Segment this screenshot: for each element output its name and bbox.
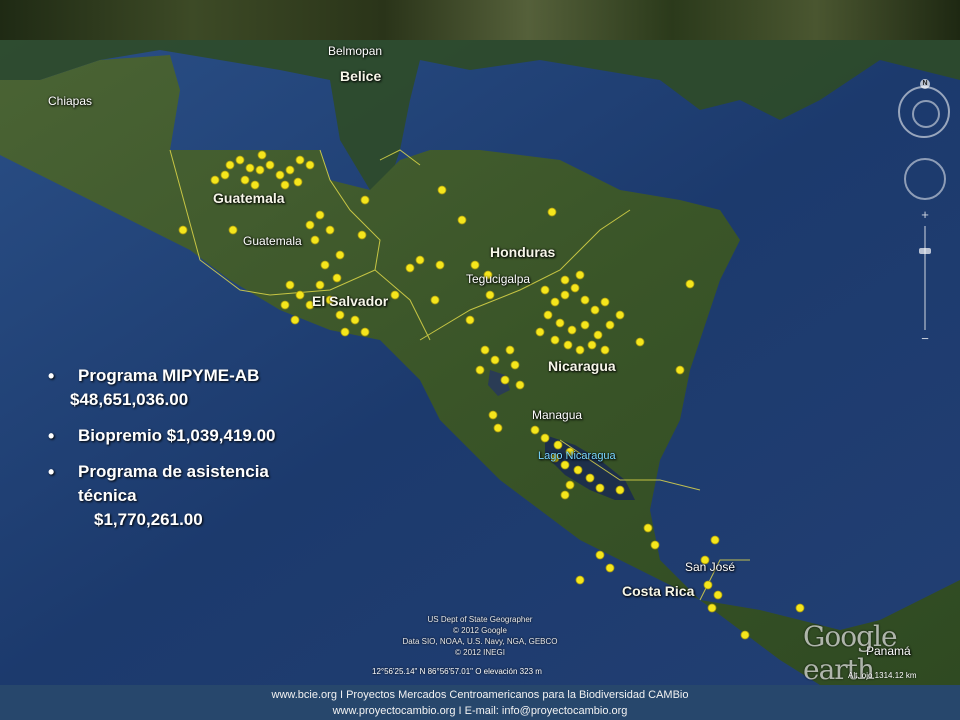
region-chiapas: Chiapas xyxy=(48,94,93,108)
country-belice: Belice xyxy=(340,68,382,84)
compass-inner-ring[interactable] xyxy=(912,100,940,128)
zoom-out-icon[interactable]: − xyxy=(918,332,932,346)
credit-line: US Dept of State Geographer xyxy=(427,615,533,624)
map-credits: US Dept of State Geographer © 2012 Googl… xyxy=(380,614,580,658)
footer-line-2: www.proyectocambio.org I E-mail: info@pr… xyxy=(332,705,628,717)
lake-nicaragua: Lago Nicaragua xyxy=(538,450,616,462)
eye-altitude: Alt. ojo 1314.12 km xyxy=(848,671,917,680)
look-control[interactable] xyxy=(904,158,946,200)
credit-line: Data SIO, NOAA, U.S. Navy, NGA, GEBCO xyxy=(402,637,558,646)
bullet-item: Programa de asistencia técnica $1,770,26… xyxy=(48,460,318,532)
bullet-title: Biopremio $1,039,419.00 xyxy=(78,426,276,445)
zoom-in-icon[interactable]: + xyxy=(918,208,932,222)
bullet-list: Programa MIPYME-AB $48,651,036.00 Biopre… xyxy=(48,364,318,544)
country-costa-rica: Costa Rica xyxy=(622,583,695,599)
country-honduras: Honduras xyxy=(490,244,556,260)
map-canvas xyxy=(0,40,960,685)
compass-control[interactable]: N xyxy=(898,79,950,138)
zoom-track[interactable] xyxy=(924,226,926,330)
credit-line: © 2012 INEGI xyxy=(455,648,505,657)
country-guatemala: Guatemala xyxy=(213,190,285,206)
bullet-title: Programa de asistencia técnica xyxy=(78,462,269,505)
bullet-item: Biopremio $1,039,419.00 xyxy=(48,424,318,448)
top-banner-photo xyxy=(0,0,960,40)
north-indicator[interactable]: N xyxy=(920,79,930,89)
bullet-title: Programa MIPYME-AB xyxy=(78,366,260,385)
zoom-thumb[interactable] xyxy=(919,248,931,254)
city-guatemala: Guatemala xyxy=(243,234,302,248)
bullet-item: Programa MIPYME-AB $48,651,036.00 xyxy=(48,364,318,412)
city-belmopan: Belmopan xyxy=(328,44,383,58)
zoom-slider[interactable]: + − xyxy=(918,208,932,348)
satellite-map[interactable]: Belmopan Belice Chiapas Guatemala Guatem… xyxy=(0,40,960,685)
city-san-jose: San José xyxy=(685,560,736,574)
coordinates-readout: 12°56'25.14" N 86°56'57.01" O elevación … xyxy=(372,667,542,676)
footer: www.bcie.org I Proyectos Mercados Centro… xyxy=(0,685,960,720)
bullet-amount: $1,770,261.00 xyxy=(94,510,203,529)
city-managua: Managua xyxy=(532,408,583,422)
country-el-salvador: El Salvador xyxy=(312,293,389,309)
city-tegucigalpa: Tegucigalpa xyxy=(466,272,531,286)
country-nicaragua: Nicaragua xyxy=(548,358,616,374)
credit-line: © 2012 Google xyxy=(453,626,507,635)
footer-line-1: www.bcie.org I Proyectos Mercados Centro… xyxy=(271,689,689,701)
bullet-amount: $48,651,036.00 xyxy=(70,390,189,409)
